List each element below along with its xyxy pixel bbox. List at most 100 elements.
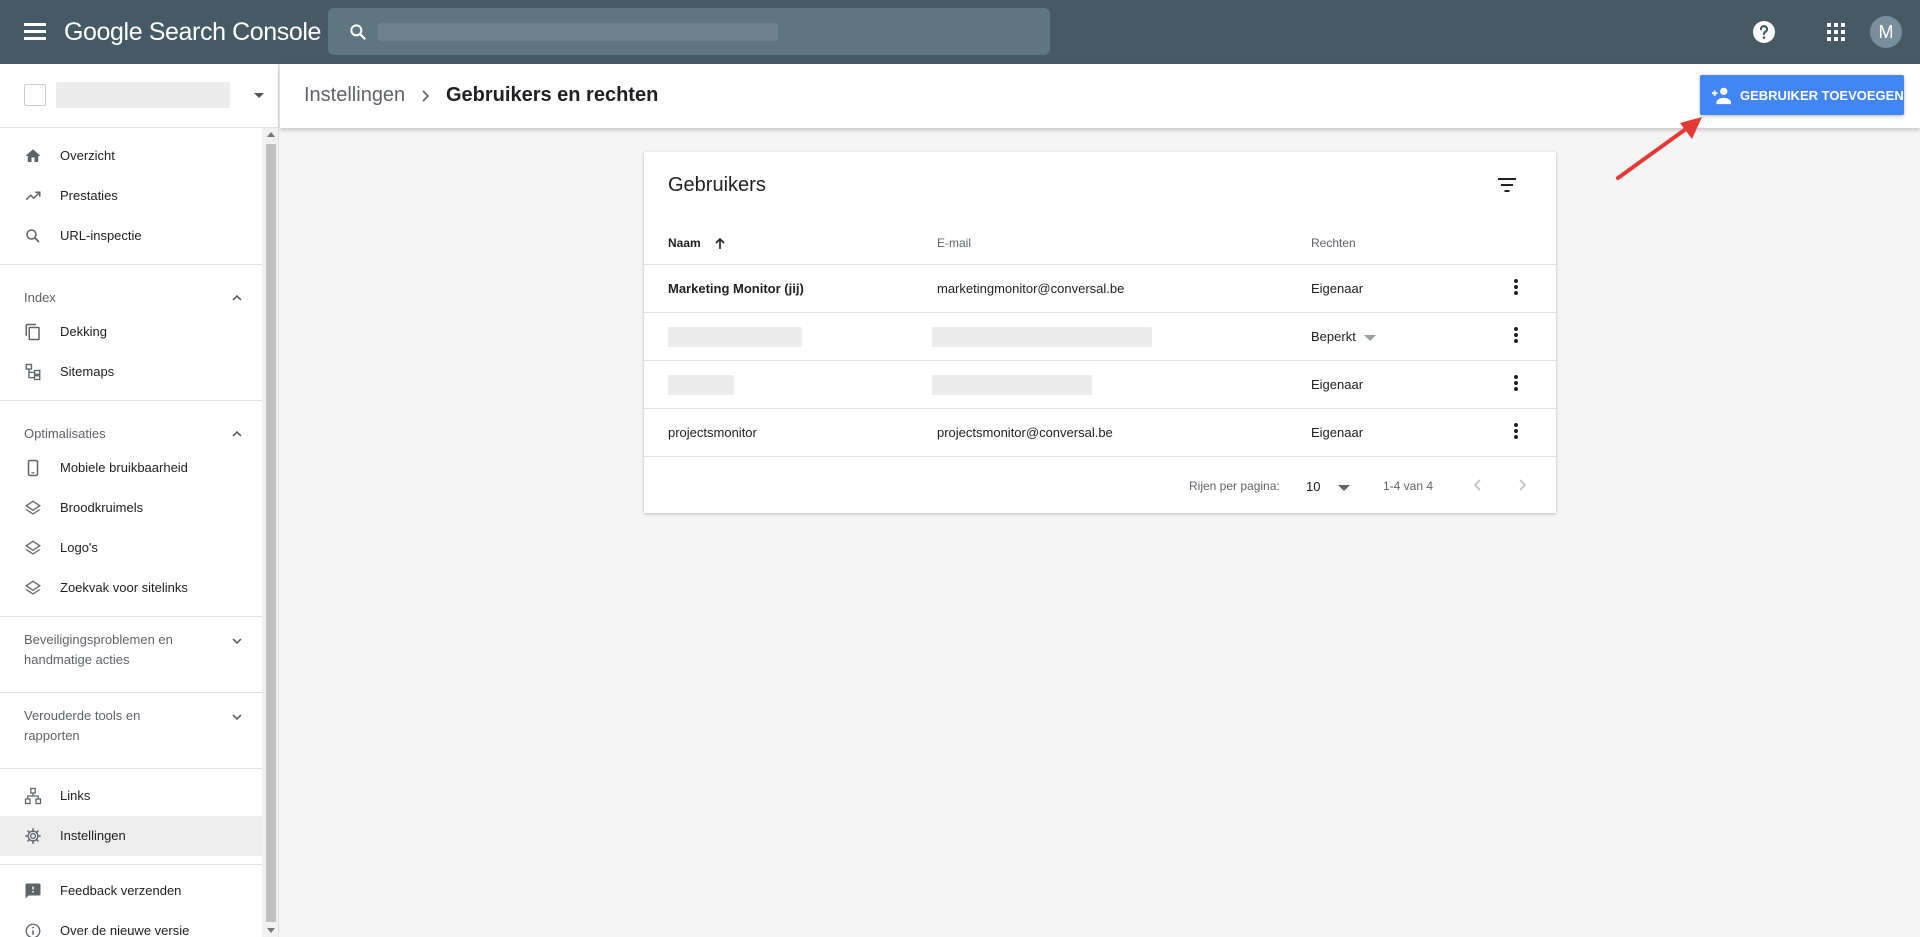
user-name: Marketing Monitor (jij) (668, 281, 804, 296)
sidebar-item-logos[interactable]: Logo's (0, 528, 262, 568)
card-title: Gebruikers (668, 174, 766, 196)
sidebar-item-label: Prestaties (60, 188, 118, 203)
apps-grid-icon[interactable] (1826, 22, 1846, 42)
sidebar-item-label: Instellingen (60, 828, 126, 843)
sidebar-item-prestaties[interactable]: Prestaties (0, 176, 262, 216)
links-icon (24, 787, 42, 805)
search-bar[interactable] (328, 8, 1050, 55)
feedback-icon (25, 883, 41, 899)
chevron-right-icon[interactable] (1514, 477, 1530, 493)
sidebar-item-url-inspectie[interactable]: URL-inspectie (0, 216, 262, 256)
more-vert-icon[interactable] (1504, 325, 1528, 349)
sidebar-divider (0, 864, 262, 865)
column-header-email: E-mail (937, 236, 972, 250)
sidebar-item-broodkruimels[interactable]: Broodkruimels (0, 488, 262, 528)
sidebar-divider (0, 400, 262, 401)
sidebar-divider (0, 616, 262, 617)
sidebar-divider (0, 768, 262, 769)
menu-icon[interactable] (22, 20, 48, 44)
sidebar-item-label: Over de nieuwe versie (60, 923, 190, 937)
scroll-down-arrow-icon[interactable] (267, 928, 275, 933)
table-row[interactable]: Eigenaar (644, 360, 1556, 408)
sidebar-section-beveiliging[interactable]: Beveiligingsproblemen en handmatige acti… (0, 628, 262, 684)
sidebar-item-label: Broodkruimels (60, 500, 144, 515)
sidebar-item-overzicht[interactable]: Overzicht (0, 136, 262, 176)
sidebar-item-sitemaps[interactable]: Sitemaps (0, 352, 262, 392)
chevron-up-icon (232, 430, 242, 437)
layers-icon (25, 540, 41, 555)
property-selector[interactable] (0, 64, 278, 128)
rows-per-page-caret-icon[interactable] (1338, 485, 1350, 491)
rows-per-page-label: Rijen per pagina: (1189, 479, 1280, 493)
sitemap-icon (25, 363, 41, 381)
more-vert-icon[interactable] (1504, 421, 1528, 445)
sidebar-item-dekking[interactable]: Dekking (0, 312, 262, 352)
file-copy-icon (25, 323, 40, 341)
property-name-redacted (56, 82, 230, 108)
users-card: Gebruikers Naam E-mail Rechten Marketing… (644, 152, 1556, 513)
sidebar-item-mobiele-bruikbaarheid[interactable]: Mobiele bruikbaarheid (0, 448, 262, 488)
sidebar-item-label: Sitemaps (60, 364, 115, 379)
chevron-left-icon[interactable] (1470, 477, 1486, 493)
table-row[interactable]: Beperkt (644, 312, 1556, 360)
chevron-down-icon (232, 714, 242, 721)
more-vert-icon[interactable] (1504, 373, 1528, 397)
pagination-range: 1-4 van 4 (1383, 479, 1434, 493)
layers-icon (25, 500, 41, 515)
sidebar-section-verouderd[interactable]: Verouderde tools en rapporten (0, 704, 262, 760)
annotation-arrow-icon (1616, 117, 1702, 180)
table-row[interactable]: projectsmonitor projectsmonitor@conversa… (644, 408, 1556, 456)
top-app-bar: Google Search Console M (0, 0, 1920, 64)
add-user-button[interactable]: GEBRUIKER TOEVOEGEN (1700, 75, 1904, 115)
user-email-redacted (932, 327, 1152, 347)
sidebar-item-label: Feedback verzenden (60, 883, 182, 898)
phone-icon (27, 459, 39, 477)
search-icon (26, 229, 40, 243)
column-header-name[interactable]: Naam (668, 236, 701, 250)
sidebar-item-instellingen[interactable]: Instellingen (0, 816, 262, 856)
filter-icon[interactable] (1496, 176, 1518, 194)
app-brand[interactable]: Google Search Console (64, 18, 321, 47)
sidebar-scrollbar[interactable] (262, 128, 278, 937)
more-vert-icon[interactable] (1504, 277, 1528, 301)
sidebar-item-label: Links (60, 788, 91, 803)
sidebar-item-label: Zoekvak voor sitelinks (60, 580, 188, 595)
user-rights[interactable]: Beperkt (1311, 329, 1356, 344)
sidebar-item-label: Logo's (60, 540, 98, 555)
scroll-thumb[interactable] (266, 144, 276, 922)
table-row[interactable]: Marketing Monitor (jij) marketingmonitor… (644, 264, 1556, 312)
sidebar-item-label: Overzicht (60, 148, 115, 163)
sidebar-item-label: URL-inspectie (60, 228, 142, 243)
chevron-up-icon (232, 294, 242, 301)
trending-up-icon (25, 191, 41, 201)
chevron-right-icon (422, 90, 430, 102)
sidebar-section-label: Verouderde tools en rapporten (24, 708, 141, 743)
sidebar-item-label: Mobiele bruikbaarheid (60, 460, 188, 475)
sidebar-section-label: Optimalisaties (24, 426, 106, 441)
search-icon[interactable] (348, 22, 368, 42)
info-icon (25, 923, 41, 937)
user-email: marketingmonitor@conversal.be (937, 281, 1125, 296)
user-name-redacted (668, 327, 802, 347)
user-email: projectsmonitor@conversal.be (937, 425, 1113, 440)
help-icon[interactable] (1752, 20, 1776, 44)
chevron-down-icon (232, 638, 242, 645)
user-rights: Eigenaar (1311, 281, 1364, 296)
breadcrumb-parent[interactable]: Instellingen (304, 84, 405, 107)
user-email-redacted (932, 375, 1092, 395)
account-avatar[interactable]: M (1870, 16, 1902, 48)
rows-per-page-select[interactable]: 10 (1306, 479, 1320, 494)
user-name-redacted (668, 375, 734, 395)
sidebar-section-label: Index (24, 290, 56, 305)
sidebar-item-over-nieuwe-versie[interactable]: Over de nieuwe versie (0, 911, 262, 937)
search-input[interactable] (378, 20, 978, 44)
sidebar-item-links[interactable]: Links (0, 776, 262, 816)
sidebar-item-zoekvak[interactable]: Zoekvak voor sitelinks (0, 568, 262, 608)
scroll-up-arrow-icon[interactable] (267, 132, 275, 137)
sort-ascending-icon[interactable] (714, 237, 726, 250)
rights-dropdown-caret-icon[interactable] (1364, 335, 1376, 341)
sidebar-item-feedback[interactable]: Feedback verzenden (0, 871, 262, 911)
sidebar: Overzicht Prestaties URL-inspectie Index… (0, 64, 279, 937)
property-dropdown-caret-icon[interactable] (254, 93, 264, 98)
sidebar-divider (0, 692, 262, 693)
